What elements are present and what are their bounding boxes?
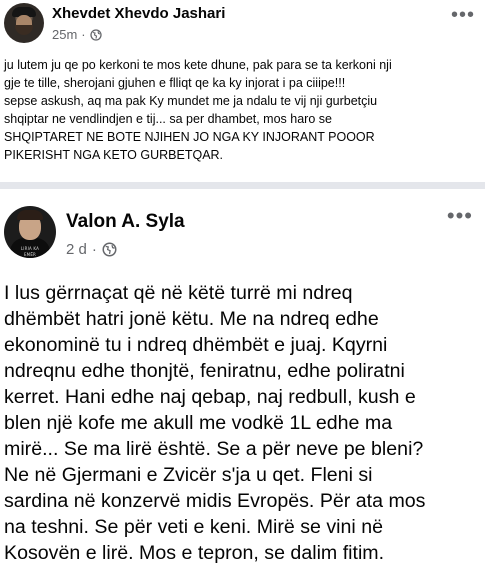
post-meta: 2 d · xyxy=(66,241,117,258)
post-text-line: Kosovën e lirë. Mos e tepron, se dalim f… xyxy=(4,542,385,564)
author-avatar[interactable] xyxy=(4,3,44,43)
post-text-line: shqiptar ne vendlindjen e tij... sa per … xyxy=(4,112,332,126)
meta-separator: · xyxy=(91,241,97,258)
post-text-line: ju lutem ju qe po kerkoni te mos kete dh… xyxy=(4,58,392,72)
meta-separator: · xyxy=(81,27,86,42)
feed-divider xyxy=(0,182,485,189)
post-text-line: blen një kofe me akull me vodkë 1L edhe … xyxy=(4,412,393,434)
post-text-line: ekonominë tu i ndreq dhëmbët e juaj. Kqy… xyxy=(4,334,388,356)
post-time[interactable]: 25m xyxy=(52,27,77,42)
post-card-2: LIRIA KA EMËR Valon A. Syla 2 d · ••• I … xyxy=(0,189,485,584)
post-text-line: SHQIPTARET NE BOTE NJIHEN JO NGA KY INJO… xyxy=(4,130,375,144)
post-text-line: Ne në Gjermani e Zvicër s'ja u qet. Flen… xyxy=(4,464,373,486)
post-time[interactable]: 2 d xyxy=(66,241,87,258)
post-text-line: ndreqnu edhe thonjtë, feniratnu, edhe po… xyxy=(4,360,405,382)
post-text-line: PIKERISHT NGA KETO GURBETQAR. xyxy=(4,148,224,162)
post-text: I lus gërrnaçat që në këtë turrë mi ndre… xyxy=(4,280,482,566)
author-name[interactable]: Xhevdet Xhevdo Jashari xyxy=(52,5,225,22)
post-text-line: gje te tille, sherojani gjuhen e flliqt … xyxy=(4,76,346,90)
post-meta: 25m · xyxy=(52,27,102,42)
avatar-caption: LIRIA KA EMËR xyxy=(20,246,40,257)
post-text-line: I lus gërrnaçat që në këtë turrë mi ndre… xyxy=(4,282,353,304)
more-options-icon[interactable]: ••• xyxy=(451,4,475,27)
globe-icon[interactable] xyxy=(89,28,102,41)
post-text: ju lutem ju qe po kerkoni te mos kete dh… xyxy=(4,56,479,164)
post-text-line: dhëmbët hatri jonë këtu. Me na ndreq edh… xyxy=(4,308,379,330)
author-avatar[interactable]: LIRIA KA EMËR xyxy=(4,206,56,258)
post-text-line: sepse askush, aq ma pak Ky mundet me ja … xyxy=(4,94,378,108)
more-options-icon[interactable]: ••• xyxy=(447,203,473,229)
globe-icon[interactable] xyxy=(102,242,117,257)
author-name[interactable]: Valon A. Syla xyxy=(66,211,185,233)
post-card-1: Xhevdet Xhevdo Jashari 25m · ••• ju lute… xyxy=(0,0,485,182)
post-text-line: kerret. Hani edhe naj qebap, naj redbull… xyxy=(4,386,416,408)
post-text-line: na teshni. Se për veti e keni. Mirë se v… xyxy=(4,516,384,538)
avatar-beard xyxy=(15,25,33,35)
post-text-line: sardina në konzervë midis Evropës. Për a… xyxy=(4,490,426,512)
avatar-hair xyxy=(17,210,43,220)
post-text-line: mirë... Se ma lirë është. Se a për neve … xyxy=(4,438,424,460)
